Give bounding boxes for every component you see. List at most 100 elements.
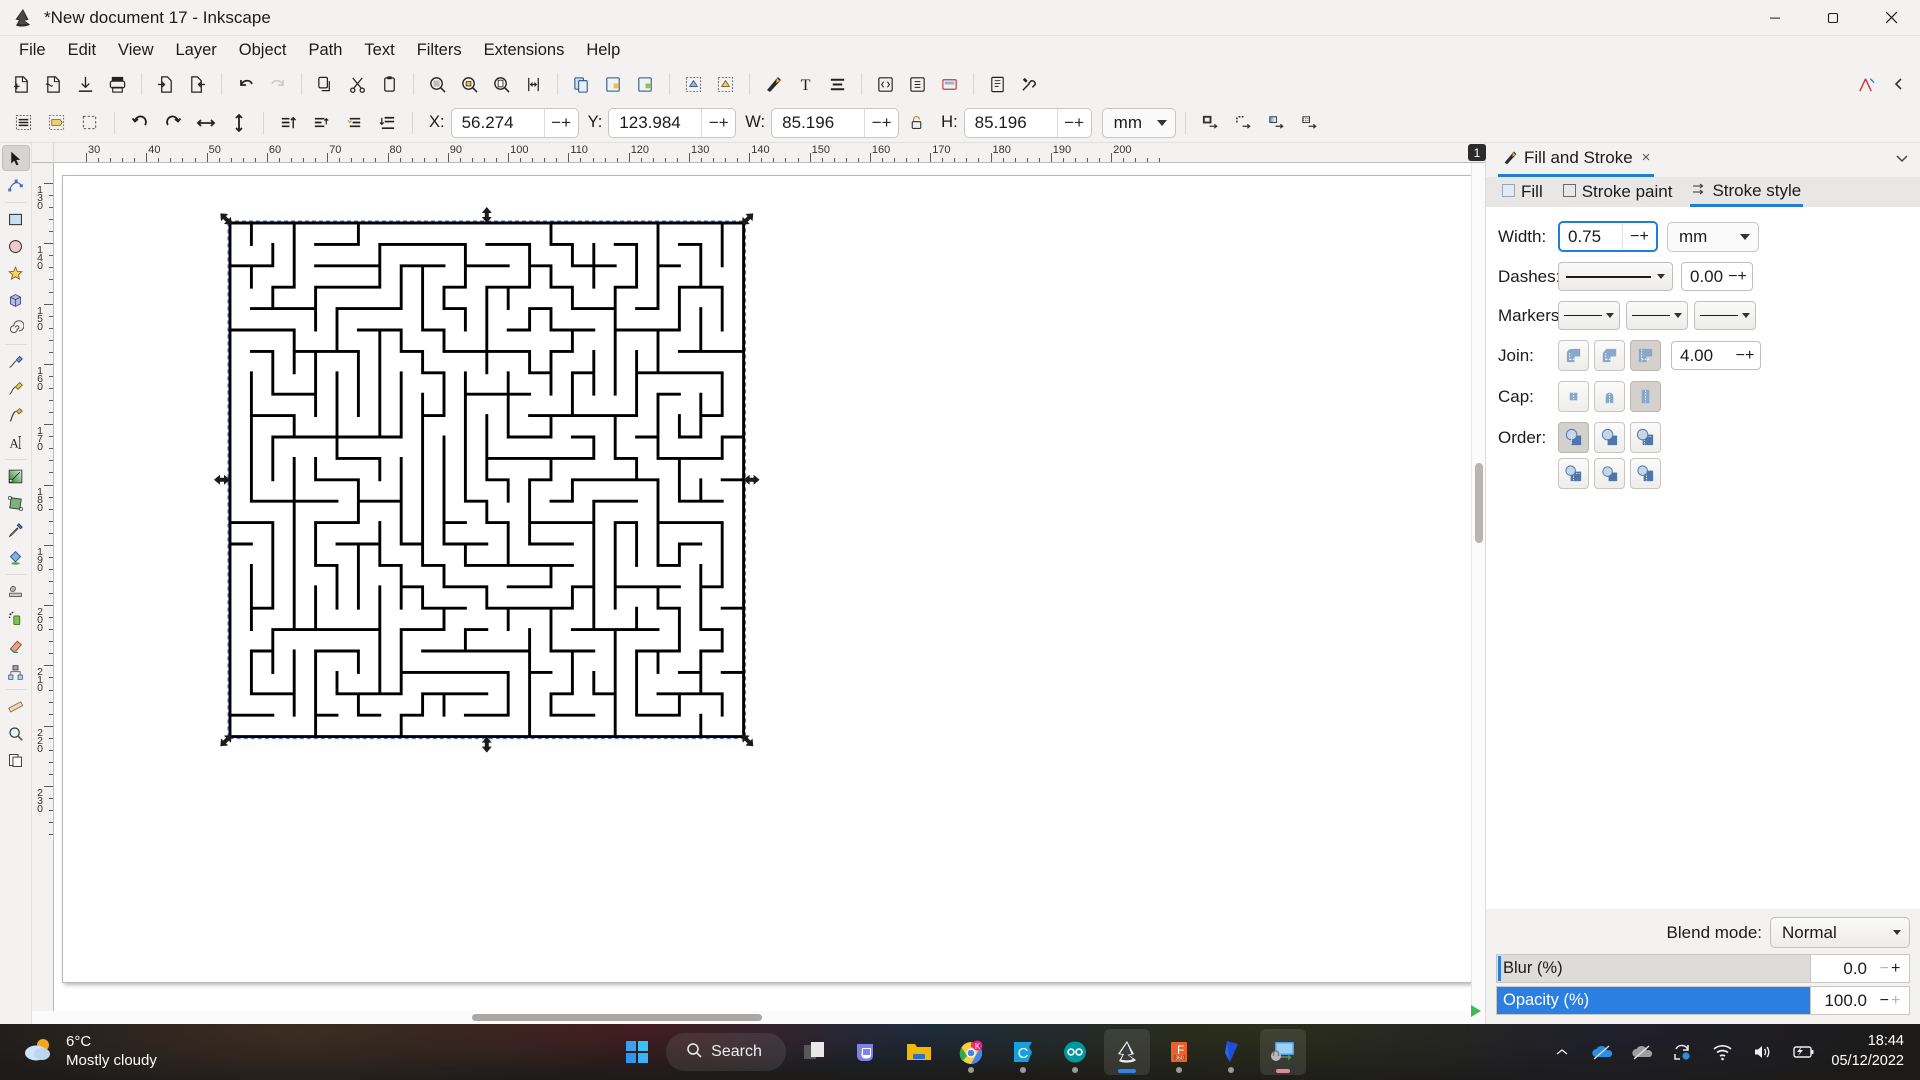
snap-controls-icon[interactable] <box>1851 69 1882 99</box>
height-stepper[interactable]: −+ <box>1057 109 1091 137</box>
copy-icon[interactable] <box>310 69 341 99</box>
dock-tab-fill-and-stroke[interactable]: Fill and Stroke × <box>1498 144 1654 177</box>
tab-stroke-paint[interactable]: Stroke paint <box>1561 177 1675 207</box>
eraser-tool[interactable] <box>2 632 30 658</box>
flip-horizontal-icon[interactable] <box>190 108 221 138</box>
menu-extensions[interactable]: Extensions <box>473 38 576 63</box>
windows-start-icon[interactable] <box>614 1029 660 1075</box>
width-field[interactable]: 85.196 −+ <box>771 108 899 138</box>
lower-icon[interactable] <box>339 108 370 138</box>
miter-limit-input[interactable]: 4.00 −+ <box>1671 341 1761 370</box>
height-field[interactable]: 85.196 −+ <box>964 108 1092 138</box>
group-icon[interactable] <box>678 69 709 99</box>
undo-icon[interactable] <box>230 69 261 99</box>
select-all-layers-icon[interactable] <box>41 108 72 138</box>
stroke-width-input[interactable]: 0.75 −+ <box>1558 221 1658 252</box>
dash-offset-stepper[interactable]: −+ <box>1723 268 1752 286</box>
mesh-tool[interactable] <box>2 490 30 516</box>
cura-icon[interactable]: C <box>1000 1029 1046 1075</box>
file-explorer-icon[interactable] <box>896 1029 942 1075</box>
lock-aspect-ratio-icon[interactable] <box>901 108 932 138</box>
3dbox-tool[interactable] <box>2 287 30 313</box>
fill-stroke-dialog-icon[interactable] <box>758 69 789 99</box>
maze-drawing[interactable] <box>54 163 1144 823</box>
new-document-icon[interactable] <box>6 69 37 99</box>
affect-patterns-icon[interactable] <box>1294 108 1325 138</box>
units-select[interactable]: mm <box>1102 108 1176 138</box>
tab-stroke-style[interactable]: Stroke style <box>1690 177 1803 207</box>
panel-collapse-chevron-left-icon[interactable] <box>1883 69 1914 99</box>
selection-handle[interactable] <box>217 210 235 228</box>
affect-stroke-width-icon[interactable] <box>1195 108 1226 138</box>
pages-tool[interactable] <box>2 747 30 773</box>
redo-icon[interactable] <box>262 69 293 99</box>
end-marker-select[interactable] <box>1694 301 1756 330</box>
unlink-clone-icon[interactable] <box>630 69 661 99</box>
vertical-ruler[interactable]: 130140150160170180190200210220230 <box>32 163 54 1011</box>
inkscape-icon[interactable] <box>1104 1029 1150 1075</box>
onedrive-icon[interactable] <box>1589 1039 1615 1065</box>
order-fill-markers-stroke-button[interactable] <box>1594 422 1625 453</box>
export-icon[interactable] <box>182 69 213 99</box>
microsoft-teams-icon[interactable] <box>844 1029 890 1075</box>
tweak-tool[interactable] <box>2 578 30 604</box>
raise-icon[interactable] <box>306 108 337 138</box>
selection-handle[interactable] <box>738 731 756 749</box>
rotate-ccw-icon[interactable] <box>124 108 155 138</box>
chevron-up-icon[interactable] <box>1549 1039 1575 1065</box>
menu-layer[interactable]: Layer <box>165 38 228 63</box>
document-properties-icon[interactable] <box>982 69 1013 99</box>
drawing-canvas[interactable] <box>54 163 1471 1011</box>
dropper-tool[interactable] <box>2 517 30 543</box>
spiral-tool[interactable] <box>2 314 30 340</box>
clock[interactable]: 18:44 05/12/2022 <box>1831 1032 1904 1071</box>
gradient-tool[interactable] <box>2 463 30 489</box>
task-view-icon[interactable] <box>792 1029 838 1075</box>
x-position-stepper[interactable]: −+ <box>544 109 578 137</box>
pen-tool[interactable] <box>2 348 30 374</box>
width-stepper[interactable]: −+ <box>864 109 898 137</box>
blend-mode-select[interactable]: Normal <box>1770 917 1910 948</box>
opacity-input[interactable]: 100.0 −+ <box>1810 986 1910 1015</box>
connector-tool[interactable] <box>2 659 30 685</box>
affect-rounded-corners-icon[interactable] <box>1228 108 1259 138</box>
stroke-width-unit-select[interactable]: mm <box>1667 222 1759 252</box>
cap-square-button[interactable] <box>1630 381 1661 412</box>
duplicate-icon[interactable] <box>566 69 597 99</box>
blur-slider[interactable]: Blur (%) <box>1496 954 1810 983</box>
search-button[interactable]: Search <box>666 1033 786 1071</box>
fusion360-icon[interactable]: F360 <box>1156 1029 1202 1075</box>
join-bevel-button[interactable] <box>1594 340 1625 371</box>
remote-desktop-icon[interactable] <box>1260 1029 1306 1075</box>
clone-icon[interactable] <box>598 69 629 99</box>
menu-edit[interactable]: Edit <box>57 38 107 63</box>
align-distribute-icon[interactable] <box>822 69 853 99</box>
chevron-down-icon[interactable] <box>1894 150 1910 171</box>
blur-input[interactable]: 0.0 −+ <box>1810 954 1910 983</box>
join-round-button[interactable] <box>1558 340 1589 371</box>
battery-charging-icon[interactable] <box>1789 1039 1817 1065</box>
cap-round-button[interactable] <box>1594 381 1625 412</box>
start-marker-select[interactable] <box>1558 301 1620 330</box>
y-position-stepper[interactable]: −+ <box>701 109 735 137</box>
layers-panel-icon[interactable] <box>934 69 965 99</box>
preferences-icon[interactable] <box>1014 69 1045 99</box>
flip-vertical-icon[interactable] <box>223 108 254 138</box>
onedrive-grey-icon[interactable] <box>1629 1039 1655 1065</box>
close-icon[interactable]: × <box>1642 149 1651 166</box>
lower-to-bottom-icon[interactable] <box>372 108 403 138</box>
order-stroke-markers-fill-button[interactable] <box>1558 458 1589 489</box>
star-tool[interactable] <box>2 260 30 286</box>
selection-handle[interactable] <box>217 731 235 749</box>
ruler-corner[interactable] <box>32 143 54 163</box>
text-tool[interactable]: A <box>2 429 30 455</box>
order-markers-fill-stroke-button[interactable] <box>1594 458 1625 489</box>
miter-limit-stepper[interactable]: −+ <box>1730 347 1760 365</box>
x-position-field[interactable]: 56.274 −+ <box>451 108 579 138</box>
open-document-icon[interactable] <box>38 69 69 99</box>
opacity-slider[interactable]: Opacity (%) <box>1496 986 1810 1015</box>
vinyl-cutter-icon[interactable] <box>1208 1029 1254 1075</box>
blur-stepper[interactable]: −+ <box>1871 960 1909 978</box>
minimize-button[interactable] <box>1746 0 1804 36</box>
zoom-page-icon[interactable] <box>486 69 517 99</box>
